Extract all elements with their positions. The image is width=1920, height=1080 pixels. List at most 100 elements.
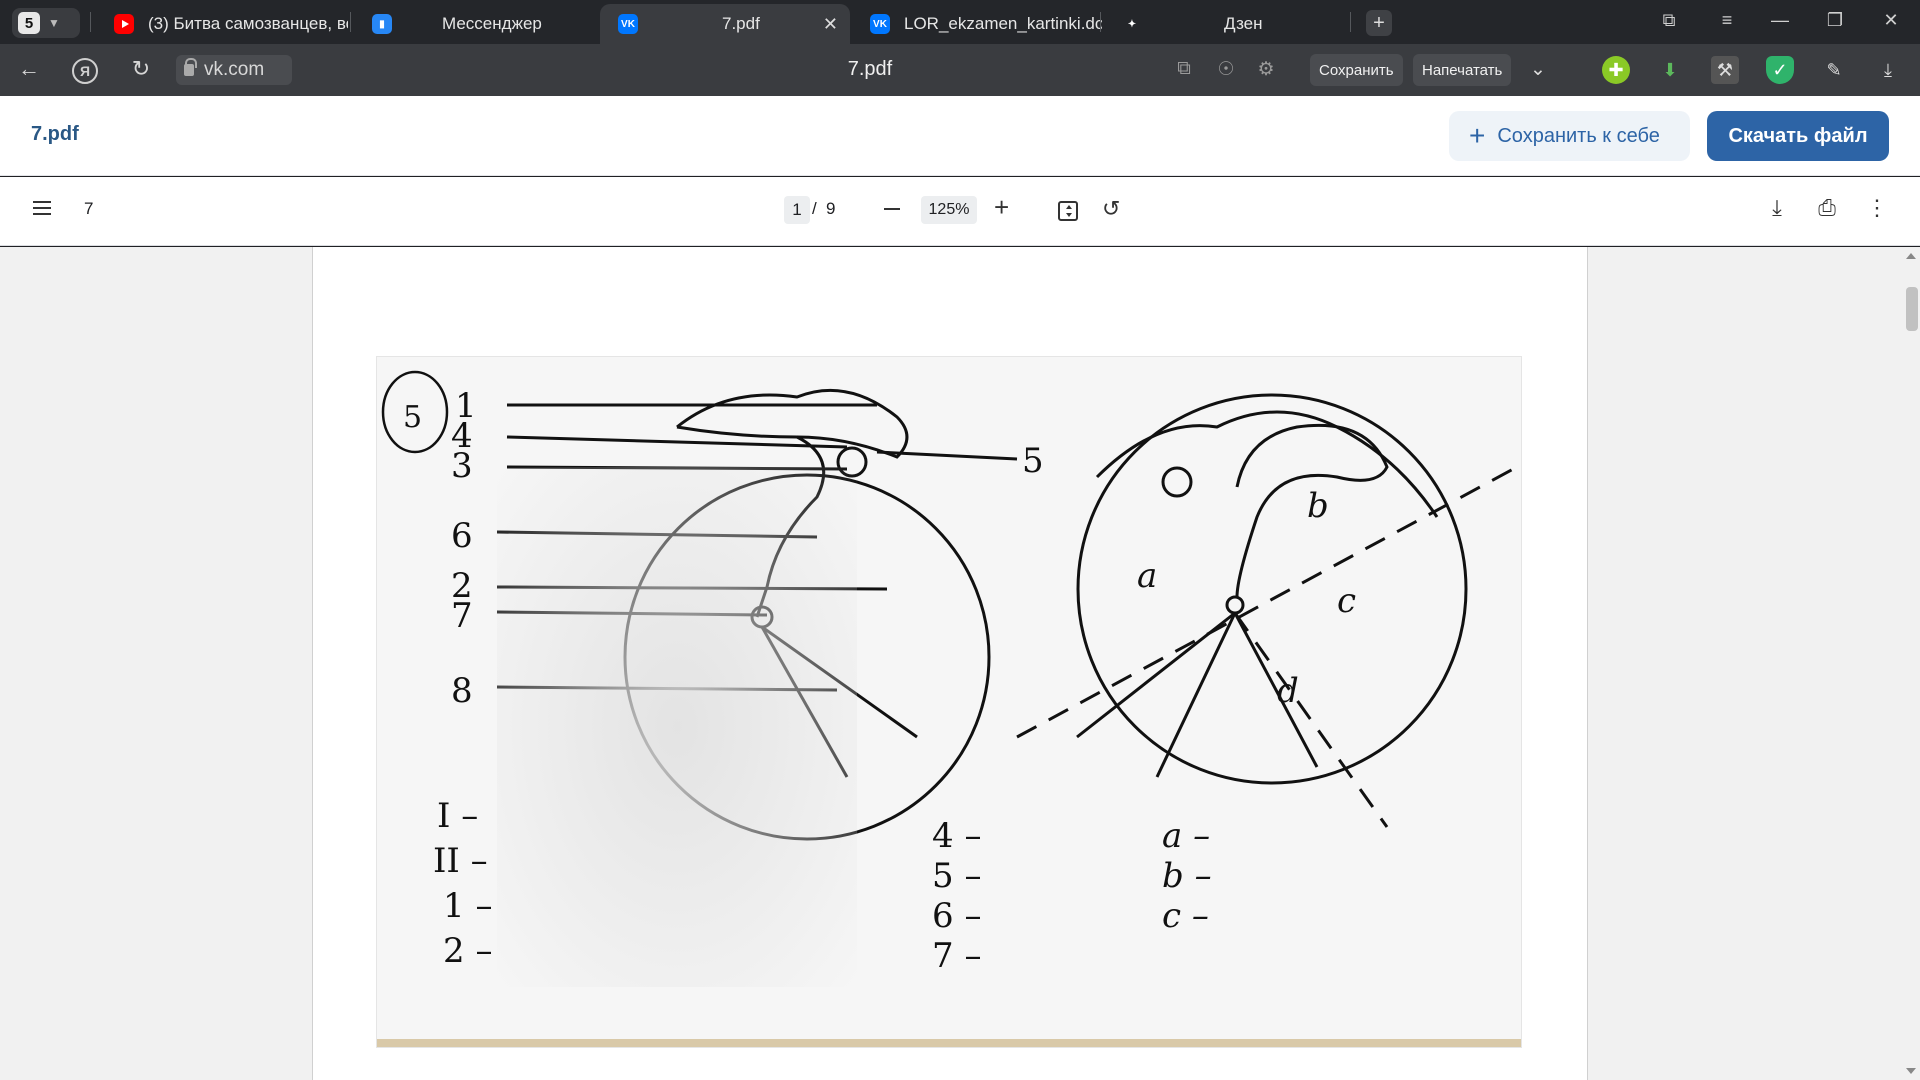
tab-dzen[interactable]: ✦ Дзен (1104, 4, 1354, 44)
zoom-in-icon[interactable]: + (994, 194, 1009, 220)
new-tab-button[interactable]: + (1366, 10, 1392, 36)
page-separator: / (812, 199, 817, 218)
more-options-icon[interactable]: ⋮ (1864, 195, 1890, 221)
quadrant-dashed-line-2 (1233, 612, 1389, 828)
diagram-label-5: 5 (1022, 441, 1044, 481)
close-tab-icon[interactable]: ✕ (823, 14, 838, 35)
pdf-content-area[interactable]: 5 1 4 3 6 2 7 8 5 a b c d I – II – 1 – 2… (0, 247, 1920, 1080)
share-icon[interactable]: ⧉ (1172, 58, 1196, 80)
scan-edge (377, 1039, 1521, 1047)
scanned-diagram-image: 5 1 4 3 6 2 7 8 5 a b c d I – II – 1 – 2… (377, 357, 1521, 1047)
minimize-icon[interactable]: — (1765, 10, 1795, 31)
vk-icon: VK (618, 14, 638, 34)
legend-number-1: 1 – (443, 886, 492, 926)
right-radial-2 (1155, 612, 1237, 778)
tab-title: (3) Битва самозванцев, во (148, 14, 348, 33)
dzen-icon: ✦ (1127, 18, 1137, 30)
zoom-level-input[interactable]: 125% (921, 196, 977, 224)
download-arrow-extension-icon[interactable]: ⬇ (1656, 56, 1684, 84)
figure-number: 5 (403, 400, 422, 435)
vk-doc-header: 7.pdf + Сохранить к себе Скачать файл (0, 96, 1920, 176)
scroll-down-icon[interactable] (1906, 1068, 1916, 1074)
menu-icon[interactable]: ≡ (1712, 10, 1742, 31)
tab-divider (350, 12, 351, 32)
quadrant-d: d (1277, 671, 1299, 711)
save-to-me-button[interactable]: + Сохранить к себе (1449, 111, 1690, 161)
legend-number-2: 2 – (443, 931, 492, 971)
scrollbar-thumb[interactable] (1906, 287, 1918, 331)
legend-number-7: 7 – (932, 936, 981, 976)
address-bar: ← Я ↻ vk.com 7.pdf ⧉ ☉ ⚙ Сохранить Напеч… (0, 44, 1920, 96)
tab-manager-icon[interactable]: ⧉ (1654, 10, 1684, 31)
right-short-process (1161, 466, 1193, 498)
tab-divider (90, 12, 91, 32)
diagram-label-6: 6 (451, 516, 473, 556)
save-page-button[interactable]: Сохранить (1310, 54, 1403, 86)
chevron-down-icon[interactable]: ⌄ (1526, 58, 1550, 81)
extension-plus-icon[interactable]: ✚ (1602, 56, 1630, 84)
document-title: 7.pdf (31, 123, 79, 145)
tab-divider (1350, 12, 1351, 32)
page-total: 9 (826, 199, 836, 218)
tab-youtube[interactable]: (3) Битва самозванцев, во (96, 4, 348, 44)
plus-icon: + (1469, 120, 1486, 151)
shield-icon[interactable]: ✓ (1766, 56, 1794, 84)
quadrant-b: b (1307, 486, 1329, 526)
legend-number-6: 6 – (932, 896, 981, 936)
restore-icon[interactable]: ❐ (1820, 10, 1850, 31)
quadrant-c: c (1337, 581, 1356, 621)
lock-icon (184, 58, 197, 76)
legend-letter-a: a – (1162, 816, 1210, 856)
rotate-icon[interactable]: ↺ (1102, 196, 1120, 222)
downloads-icon[interactable]: ⤓ (1874, 56, 1902, 84)
address-page-title: 7.pdf (847, 58, 893, 80)
right-radial-3 (1233, 612, 1319, 768)
download-icon[interactable]: ⤓ (1764, 195, 1790, 221)
print-icon[interactable]: ⎙ (1814, 195, 1840, 221)
page-number-input[interactable]: 1 (784, 196, 810, 224)
legend-letter-b: b – (1162, 856, 1212, 896)
tab-7pdf[interactable]: VK 7.pdf ✕ (600, 4, 850, 44)
youtube-icon (114, 14, 134, 34)
scan-glare (497, 467, 857, 987)
hamburger-menu-icon[interactable] (30, 197, 54, 221)
vk-icon: VK (870, 14, 890, 34)
quadrant-a: a (1137, 556, 1157, 596)
tab-lor-doc[interactable]: VK LOR_ekzamen_kartinki.doc (852, 4, 1102, 44)
vk-messenger-icon: ▮ (372, 14, 392, 34)
pars-flaccida-outline (676, 388, 909, 459)
save-to-me-label: Сохранить к себе (1497, 124, 1660, 147)
legend-number-4: 4 – (932, 816, 981, 856)
reload-icon[interactable]: ↻ (126, 56, 156, 82)
vertical-scrollbar[interactable] (1902, 247, 1920, 1080)
zoom-out-icon[interactable] (884, 208, 900, 210)
protect-icon[interactable]: ⚙ (1254, 58, 1278, 81)
legend-roman-1: I – (437, 796, 478, 836)
scroll-up-icon[interactable] (1906, 253, 1916, 259)
tab-title: LOR_ekzamen_kartinki.doc (904, 14, 1102, 33)
fit-to-page-icon[interactable] (1058, 201, 1078, 221)
legend-roman-2: II – (433, 841, 488, 881)
translate-icon[interactable]: ☉ (1214, 58, 1238, 81)
tab-count: 5 (18, 12, 40, 34)
url-domain: vk.com (204, 59, 265, 80)
extension-tools-icon[interactable]: ⚒ (1711, 56, 1739, 84)
tab-counter-button[interactable]: 5 ▼ (12, 8, 80, 38)
quadrant-dashed-line-1 (1016, 465, 1518, 739)
diagram-label-8: 8 (451, 671, 473, 711)
tab-title: 7.pdf (722, 14, 760, 33)
tab-messenger[interactable]: ▮ Мессенджер (354, 4, 604, 44)
download-file-button[interactable]: Скачать файл (1707, 111, 1889, 161)
close-window-icon[interactable]: ✕ (1876, 10, 1906, 31)
chevron-down-icon: ▼ (48, 16, 60, 30)
leader-line-4 (506, 435, 848, 449)
url-field[interactable]: vk.com (176, 55, 292, 85)
tab-divider (1100, 12, 1101, 32)
yandex-icon[interactable]: Я (72, 58, 98, 84)
translate-extension-icon[interactable]: ✎ (1820, 56, 1848, 84)
pdf-page: 5 1 4 3 6 2 7 8 5 a b c d I – II – 1 – 2… (312, 247, 1588, 1080)
pdf-document-name: 7 (84, 199, 94, 218)
back-icon[interactable]: ← (14, 56, 44, 82)
diagram-label-7: 7 (451, 596, 473, 636)
print-page-button[interactable]: Напечатать (1413, 54, 1512, 86)
